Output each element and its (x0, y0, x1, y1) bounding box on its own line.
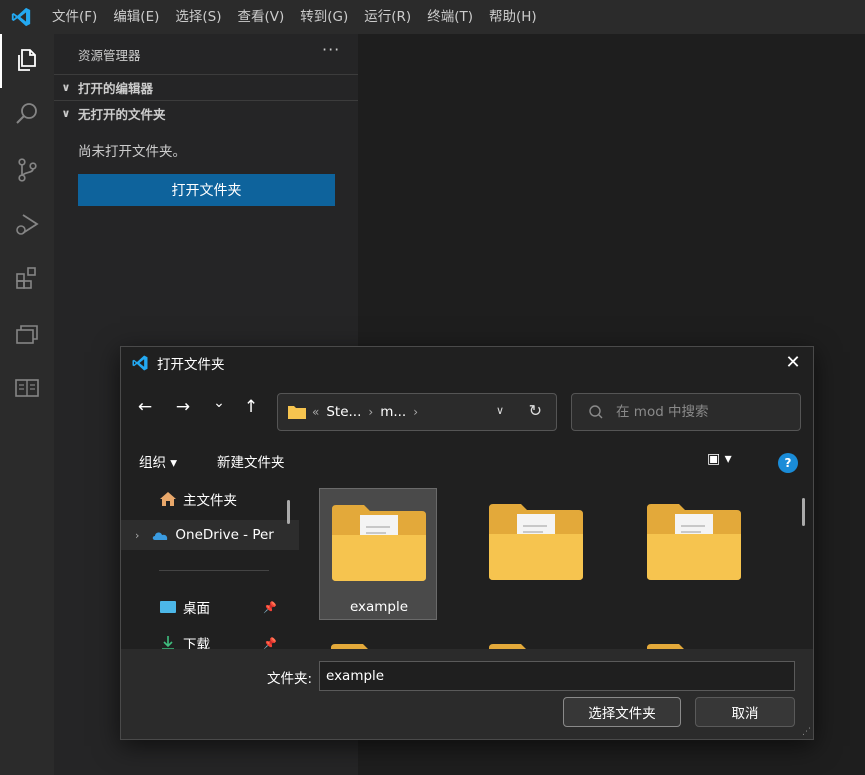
recent-locations-icon[interactable]: ⌄ (207, 391, 231, 415)
menu-view[interactable]: 查看(V) (230, 0, 293, 34)
menu-file[interactable]: 文件(F) (44, 0, 105, 34)
menu-go[interactable]: 转到(G) (292, 0, 356, 34)
explorer-icon[interactable] (13, 46, 41, 74)
nav-item-downloads[interactable]: 下载 📌 (121, 628, 299, 650)
folder-item[interactable] (477, 628, 595, 650)
address-bar[interactable]: « Ste... › m... › ∨ ↻ (277, 393, 557, 431)
section-no-folder-label: 无打开的文件夹 (78, 107, 166, 122)
search-icon[interactable] (13, 100, 41, 128)
dialog-footer: 文件夹: 选择文件夹 取消 ⋰ (121, 649, 813, 739)
open-folder-dialog: 打开文件夹 ✕ ← → ⌄ ↑ « Ste... › m... › ∨ ↻ 在 … (120, 346, 814, 740)
menu-terminal[interactable]: 终端(T) (419, 0, 481, 34)
new-folder-button[interactable]: 新建文件夹 (217, 451, 285, 471)
cancel-button[interactable]: 取消 (695, 697, 795, 727)
close-icon[interactable]: ✕ (781, 351, 805, 375)
dialog-toolbar: 组织 ▾ 新建文件夹 ▣ ▾ ? (121, 447, 813, 479)
grid-scrollbar[interactable] (802, 498, 805, 526)
dialog-title: 打开文件夹 (157, 357, 225, 373)
activity-bar (0, 34, 54, 775)
reader-icon[interactable] (13, 374, 41, 402)
breadcrumb-separator: › (413, 405, 419, 419)
folder-icon (288, 406, 306, 419)
organize-button[interactable]: 组织 ▾ (139, 451, 177, 471)
menu-run[interactable]: 运行(R) (356, 0, 419, 34)
folder-icon (332, 505, 426, 581)
remote-explorer-icon[interactable] (13, 320, 41, 348)
folder-icon (647, 504, 741, 580)
nav-item-home[interactable]: 主文件夹 (121, 484, 299, 514)
dialog-navbar: ← → ⌄ ↑ « Ste... › m... › ∨ ↻ (121, 379, 813, 437)
active-indicator (0, 34, 2, 88)
more-actions-icon[interactable]: ··· (322, 40, 340, 59)
home-icon (160, 492, 176, 506)
nav-item-onedrive[interactable]: › OneDrive - Per (121, 520, 299, 550)
nav-item-label: 主文件夹 (183, 493, 237, 509)
vscode-logo-icon (132, 355, 148, 371)
back-arrow-icon[interactable]: ← (133, 395, 157, 419)
search-box[interactable] (571, 393, 801, 431)
no-folder-message: 尚未打开文件夹。 (78, 144, 186, 160)
breadcrumb-separator: › (368, 405, 374, 419)
chevron-down-icon: ∨ (61, 107, 71, 120)
section-no-folder[interactable]: ∨ 无打开的文件夹 (54, 100, 358, 126)
folder-item[interactable] (635, 488, 753, 620)
nav-item-desktop[interactable]: 桌面 📌 (121, 592, 299, 622)
pin-icon[interactable]: 📌 (263, 601, 277, 614)
section-open-editors[interactable]: ∨ 打开的编辑器 (54, 74, 358, 100)
breadcrumb-segment[interactable]: m... (380, 404, 406, 420)
help-icon[interactable]: ? (778, 453, 798, 473)
sidebar-title: 资源管理器 (78, 48, 141, 63)
menu-help[interactable]: 帮助(H) (481, 0, 545, 34)
extensions-icon[interactable] (13, 264, 41, 292)
nav-item-label: OneDrive - Per (175, 527, 274, 543)
refresh-icon[interactable]: ↻ (529, 401, 542, 420)
menu-selection[interactable]: 选择(S) (167, 0, 229, 34)
source-control-icon[interactable] (13, 156, 41, 184)
nav-scrollbar[interactable] (287, 500, 290, 524)
select-folder-button[interactable]: 选择文件夹 (563, 697, 681, 727)
resize-grip-icon[interactable]: ⋰ (802, 727, 811, 737)
search-icon (589, 405, 603, 419)
search-input[interactable] (614, 403, 784, 421)
cloud-icon (153, 532, 168, 540)
navigation-pane: 主文件夹 › OneDrive - Per 桌面 📌 下载 📌 (121, 482, 299, 650)
view-options-button[interactable]: ▣ ▾ (707, 451, 732, 467)
chevron-down-icon[interactable]: ∨ (496, 404, 504, 417)
nav-item-label: 桌面 (183, 601, 210, 617)
forward-arrow-icon[interactable]: → (171, 395, 195, 419)
vscode-logo-icon (11, 7, 31, 27)
folder-field-label: 文件夹: (267, 671, 313, 687)
menu-edit[interactable]: 编辑(E) (105, 0, 167, 34)
pin-icon[interactable]: 📌 (263, 637, 277, 650)
overflow-icon[interactable]: « (312, 405, 319, 419)
download-icon (162, 636, 174, 650)
open-folder-button[interactable]: 打开文件夹 (78, 174, 335, 206)
run-debug-icon[interactable] (13, 210, 41, 238)
folder-item[interactable] (477, 488, 595, 620)
desktop-icon (160, 601, 176, 613)
breadcrumb-segment[interactable]: Ste... (326, 404, 361, 420)
title-bar: 文件(F) 编辑(E) 选择(S) 查看(V) 转到(G) 运行(R) 终端(T… (0, 0, 865, 34)
folder-item[interactable]: example (319, 488, 437, 620)
folder-label: example (349, 599, 409, 615)
folder-name-input[interactable] (319, 661, 795, 691)
nav-item-label: 下载 (183, 637, 210, 650)
dialog-titlebar: 打开文件夹 ✕ (121, 347, 813, 379)
up-arrow-icon[interactable]: ↑ (239, 395, 263, 419)
chevron-down-icon: ∨ (61, 81, 71, 94)
chevron-right-icon[interactable]: › (135, 529, 139, 542)
section-open-editors-label: 打开的编辑器 (78, 81, 154, 96)
nav-divider (159, 570, 269, 571)
folder-item[interactable] (319, 628, 437, 650)
file-grid: example (317, 482, 813, 650)
folder-icon (489, 504, 583, 580)
folder-item[interactable] (635, 628, 753, 650)
